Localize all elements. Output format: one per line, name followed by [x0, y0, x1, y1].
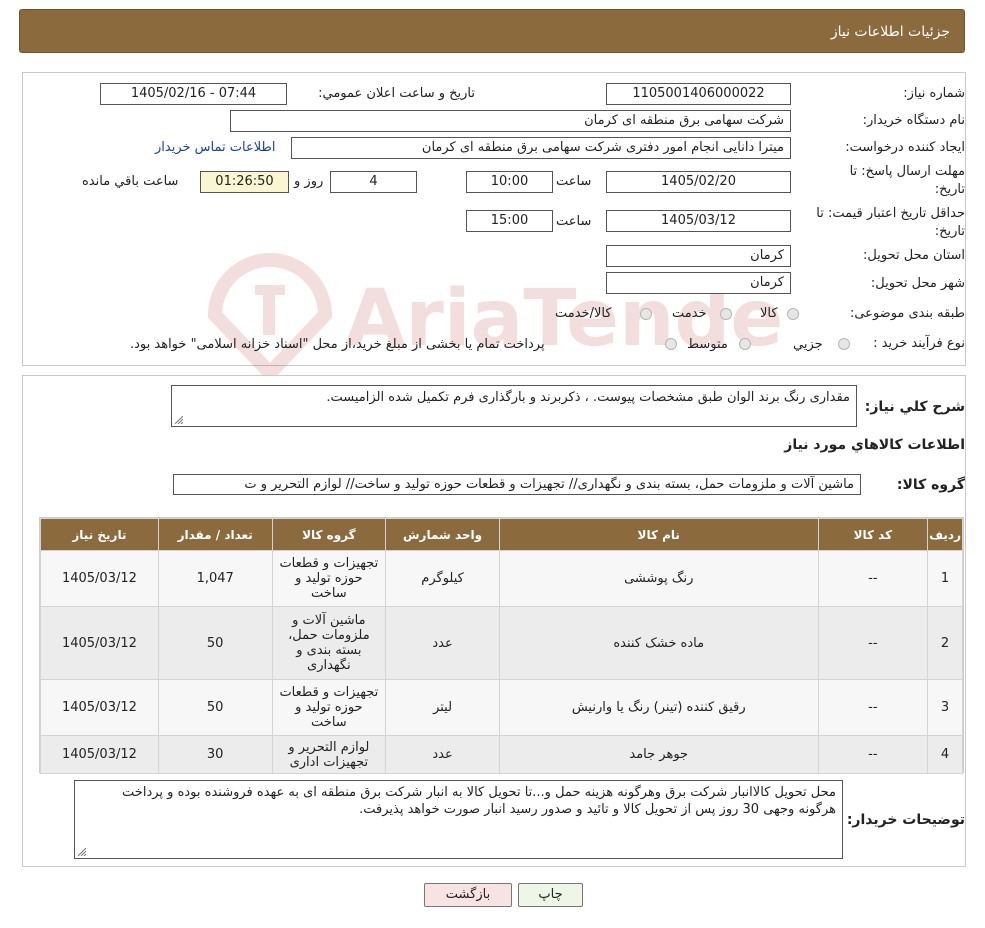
deadline-date-field: 1405/02/20 — [606, 171, 791, 193]
deadline-time-field: 10:00 — [466, 171, 553, 193]
province-label: استان محل تحویل: — [863, 248, 965, 263]
cell-group: لوازم التحریر و تجهیزات اداری — [271, 735, 387, 774]
category-goods-service-label: کالا/خدمت — [555, 306, 612, 321]
category-goods-service-radio[interactable] — [640, 308, 652, 320]
process-medium-radio[interactable] — [739, 338, 751, 350]
goods-group-field: ماشین آلات و ملزومات حمل، بسته بندی و نگ… — [173, 474, 861, 495]
summary-text: مقداری رنگ برند الوان طبق مشخصات پیوست. … — [326, 390, 850, 405]
col-header-quantity: تعداد / مقدار — [157, 518, 273, 551]
table-header-row: ردیف کد کالا نام کالا واحد شمارش گروه کا… — [40, 518, 963, 551]
deadline-time-label: ساعت — [556, 174, 592, 189]
resize-grip-icon[interactable] — [78, 848, 86, 856]
cell-item-name: رقیق کننده (تینر) رنگ یا وارنیش — [498, 679, 819, 736]
cell-group: تجهیزات و قطعات حوزه تولید و ساخت — [271, 550, 387, 607]
table-row[interactable]: 3 -- رقیق کننده (تینر) رنگ یا وارنیش لیت… — [40, 679, 963, 736]
cell-row-number: 3 — [927, 679, 963, 736]
remaining-time-field: 01:26:50 — [200, 171, 289, 193]
cell-item-code: -- — [817, 606, 929, 680]
category-label: طبقه بندی موضوعی: — [849, 306, 965, 321]
cell-row-number: 2 — [927, 606, 963, 680]
cell-item-code: -- — [817, 679, 929, 736]
need-number-label: شماره نیاز: — [903, 86, 965, 101]
cell-group: ماشین آلات و ملزومات حمل، بسته بندی و نگ… — [271, 606, 387, 680]
table-row[interactable]: 2 -- ماده خشک کننده عدد ماشین آلات و ملز… — [40, 606, 963, 680]
cell-unit: عدد — [385, 735, 500, 774]
cell-item-name: ماده خشک کننده — [498, 606, 819, 680]
buyer-notes-textarea[interactable]: محل تحویل کالاانبار شرکت برق وهرگونه هزی… — [74, 780, 843, 859]
cell-quantity: 30 — [157, 735, 273, 774]
days-remaining-field: 4 — [330, 171, 417, 193]
category-service-label: خدمت — [672, 306, 707, 321]
category-service-radio[interactable] — [720, 308, 732, 320]
treasury-payment-checkbox[interactable] — [665, 338, 677, 350]
cell-row-number: 4 — [927, 735, 963, 774]
buyer-notes-text: محل تحویل کالاانبار شرکت برق وهرگونه هزی… — [122, 785, 836, 817]
validity-label: حداقل تاریخ اعتبار قیمت: تا — [816, 206, 965, 221]
days-label: روز و — [294, 174, 324, 189]
buyer-field: شرکت سهامی برق منطقه ای کرمان — [230, 110, 791, 132]
requester-field: میترا دانایی انجام امور دفتری شرکت سهامی… — [291, 137, 791, 159]
col-header-item-code: کد کالا — [817, 518, 929, 551]
buyer-contact-link[interactable]: اطلاعات تماس خریدار — [155, 140, 275, 155]
items-table-wrapper: ردیف کد کالا نام کالا واحد شمارش گروه کا… — [39, 517, 964, 774]
validity-time-label: ساعت — [556, 214, 592, 229]
buyer-label: نام دستگاه خریدار: — [862, 113, 965, 128]
deadline-label: مهلت ارسال پاسخ: تا — [849, 164, 965, 179]
process-small-radio[interactable] — [838, 338, 850, 350]
validity-label-2: تاریخ: — [934, 224, 965, 239]
need-number-field: 1105001406000022 — [606, 83, 791, 105]
process-small-label: جزیي — [793, 337, 823, 352]
col-header-need-date: تاریخ نیاز — [40, 518, 159, 551]
announce-label: تاریخ و ساعت اعلان عمومي: — [318, 86, 475, 101]
validity-time-field: 15:00 — [466, 210, 553, 232]
page-header: جزئیات اطلاعات نیاز — [19, 9, 965, 53]
cell-group: تجهیزات و قطعات حوزه تولید و ساخت — [271, 679, 387, 736]
city-label: شهر محل تحویل: — [870, 276, 965, 291]
back-button[interactable]: بازگشت — [424, 883, 512, 907]
page-title: جزئیات اطلاعات نیاز — [830, 24, 950, 40]
col-header-item-name: نام کالا — [498, 518, 819, 551]
process-medium-label: متوسط — [687, 337, 728, 352]
cell-unit: لیتر — [385, 679, 500, 736]
table-row[interactable]: 1 -- رنگ پوششی کیلوگرم تجهیزات و قطعات ح… — [40, 550, 963, 607]
goods-group-label: گروه كالا: — [896, 477, 965, 493]
category-goods-label: کالا — [760, 306, 778, 321]
col-header-unit: واحد شمارش — [385, 518, 500, 551]
table-row[interactable]: 4 -- جوهر جامد عدد لوازم التحریر و تجهیز… — [40, 735, 963, 774]
cell-quantity: 50 — [157, 606, 273, 680]
province-field: کرمان — [606, 245, 791, 267]
treasury-payment-note: پرداخت تمام یا بخشی از مبلغ خرید،از محل … — [130, 337, 545, 352]
items-table: ردیف کد کالا نام کالا واحد شمارش گروه کا… — [40, 518, 963, 774]
goods-section-title: اطلاعات كالاهاي مورد نیاز — [784, 437, 965, 453]
buyer-notes-label: توضیحات خریدار: — [846, 812, 965, 828]
print-button[interactable]: چاپ — [518, 883, 583, 907]
validity-date-field: 1405/03/12 — [606, 210, 791, 232]
cell-need-date: 1405/03/12 — [40, 550, 159, 607]
deadline-label-2: تاریخ: — [934, 182, 965, 197]
cell-row-number: 1 — [927, 550, 963, 607]
summary-label: شرح كلي نیاز: — [864, 399, 965, 415]
remaining-time-label: ساعت باقي مانده — [82, 174, 179, 189]
cell-unit: عدد — [385, 606, 500, 680]
cell-need-date: 1405/03/12 — [40, 679, 159, 736]
cell-item-code: -- — [817, 735, 929, 774]
cell-need-date: 1405/03/12 — [40, 735, 159, 774]
category-goods-radio[interactable] — [787, 308, 799, 320]
col-header-row-number: ردیف — [927, 518, 963, 551]
cell-quantity: 1,047 — [157, 550, 273, 607]
city-field: کرمان — [606, 272, 791, 294]
cell-item-name: جوهر جامد — [498, 735, 819, 774]
cell-item-name: رنگ پوششی — [498, 550, 819, 607]
process-label: نوع فرآیند خرید : — [873, 336, 965, 351]
summary-textarea[interactable]: مقداری رنگ برند الوان طبق مشخصات پیوست. … — [171, 385, 857, 427]
cell-item-code: -- — [817, 550, 929, 607]
announce-datetime-field: 1405/02/16 - 07:44 — [100, 83, 287, 105]
cell-need-date: 1405/03/12 — [40, 606, 159, 680]
col-header-group: گروه کالا — [271, 518, 387, 551]
resize-grip-icon[interactable] — [175, 416, 183, 424]
cell-quantity: 50 — [157, 679, 273, 736]
requester-label: ایجاد کننده درخواست: — [845, 140, 965, 155]
cell-unit: کیلوگرم — [385, 550, 500, 607]
